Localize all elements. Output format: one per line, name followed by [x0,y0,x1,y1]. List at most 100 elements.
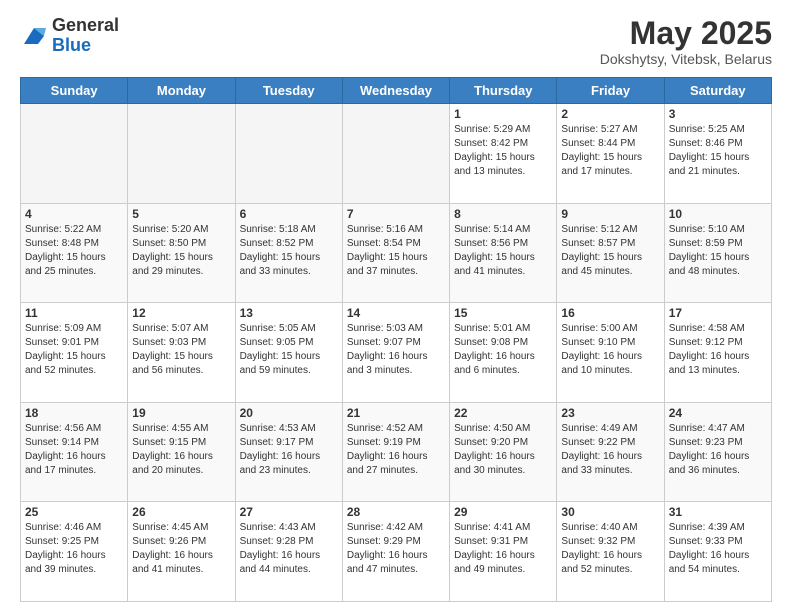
day-number: 13 [240,306,338,320]
calendar-cell: 2 Sunrise: 5:27 AM Sunset: 8:44 PM Daylig… [557,104,664,204]
col-header-saturday: Saturday [664,78,771,104]
day-number: 28 [347,505,445,519]
day-number: 21 [347,406,445,420]
day-info: Sunrise: 5:27 AM Sunset: 8:44 PM Dayligh… [561,123,659,179]
calendar-cell: 10 Sunrise: 5:10 AM Sunset: 8:59 PM Dayli… [664,203,771,303]
day-number: 10 [669,207,767,221]
calendar-location: Dokshytsy, Vitebsk, Belarus [600,51,772,67]
day-number: 14 [347,306,445,320]
day-info: Sunrise: 4:45 AM Sunset: 9:26 PM Dayligh… [132,521,230,577]
day-info: Sunrise: 4:39 AM Sunset: 9:33 PM Dayligh… [669,521,767,577]
day-info: Sunrise: 5:20 AM Sunset: 8:50 PM Dayligh… [132,223,230,279]
calendar-cell: 20 Sunrise: 4:53 AM Sunset: 9:17 PM Dayli… [235,402,342,502]
col-header-sunday: Sunday [21,78,128,104]
day-info: Sunrise: 5:09 AM Sunset: 9:01 PM Dayligh… [25,322,123,378]
day-info: Sunrise: 4:47 AM Sunset: 9:23 PM Dayligh… [669,422,767,478]
col-header-wednesday: Wednesday [342,78,449,104]
calendar-cell: 18 Sunrise: 4:56 AM Sunset: 9:14 PM Dayli… [21,402,128,502]
logo-text: General Blue [52,16,119,56]
day-number: 5 [132,207,230,221]
day-number: 4 [25,207,123,221]
logo-blue-text: Blue [52,36,119,56]
calendar-week-4: 25 Sunrise: 4:46 AM Sunset: 9:25 PM Dayli… [21,502,772,602]
calendar-cell: 27 Sunrise: 4:43 AM Sunset: 9:28 PM Dayli… [235,502,342,602]
day-number: 24 [669,406,767,420]
calendar-cell: 31Sunrise: 4:39 AM Sunset: 9:33 PM Dayli… [664,502,771,602]
logo-general-text: General [52,16,119,36]
title-block: May 2025 Dokshytsy, Vitebsk, Belarus [600,16,772,67]
logo: General Blue [20,16,119,56]
day-number: 27 [240,505,338,519]
day-info: Sunrise: 4:53 AM Sunset: 9:17 PM Dayligh… [240,422,338,478]
calendar-week-1: 4 Sunrise: 5:22 AM Sunset: 8:48 PM Daylig… [21,203,772,303]
day-info: Sunrise: 4:55 AM Sunset: 9:15 PM Dayligh… [132,422,230,478]
calendar-cell: 6Sunrise: 5:18 AM Sunset: 8:52 PM Daylig… [235,203,342,303]
day-number: 7 [347,207,445,221]
day-number: 1 [454,107,552,121]
day-info: Sunrise: 4:49 AM Sunset: 9:22 PM Dayligh… [561,422,659,478]
day-info: Sunrise: 5:01 AM Sunset: 9:08 PM Dayligh… [454,322,552,378]
day-info: Sunrise: 4:41 AM Sunset: 9:31 PM Dayligh… [454,521,552,577]
day-number: 18 [25,406,123,420]
day-info: Sunrise: 5:00 AM Sunset: 9:10 PM Dayligh… [561,322,659,378]
day-number: 23 [561,406,659,420]
day-info: Sunrise: 4:46 AM Sunset: 9:25 PM Dayligh… [25,521,123,577]
col-header-monday: Monday [128,78,235,104]
day-number: 17 [669,306,767,320]
calendar-week-0: 1 Sunrise: 5:29 AM Sunset: 8:42 PM Daylig… [21,104,772,204]
day-number: 16 [561,306,659,320]
calendar-title: May 2025 [600,16,772,51]
calendar-cell: 14 Sunrise: 5:03 AM Sunset: 9:07 PM Dayli… [342,303,449,403]
day-info: Sunrise: 5:16 AM Sunset: 8:54 PM Dayligh… [347,223,445,279]
day-number: 15 [454,306,552,320]
calendar-cell: 23 Sunrise: 4:49 AM Sunset: 9:22 PM Dayli… [557,402,664,502]
day-info: Sunrise: 4:50 AM Sunset: 9:20 PM Dayligh… [454,422,552,478]
day-info: Sunrise: 4:58 AM Sunset: 9:12 PM Dayligh… [669,322,767,378]
calendar-week-2: 11 Sunrise: 5:09 AM Sunset: 9:01 PM Dayli… [21,303,772,403]
calendar-cell: 1 Sunrise: 5:29 AM Sunset: 8:42 PM Daylig… [450,104,557,204]
col-header-thursday: Thursday [450,78,557,104]
calendar-cell: 15 Sunrise: 5:01 AM Sunset: 9:08 PM Dayli… [450,303,557,403]
day-info: Sunrise: 5:29 AM Sunset: 8:42 PM Dayligh… [454,123,552,179]
calendar-cell: 24 Sunrise: 4:47 AM Sunset: 9:23 PM Dayli… [664,402,771,502]
day-info: Sunrise: 5:22 AM Sunset: 8:48 PM Dayligh… [25,223,123,279]
day-info: Sunrise: 5:07 AM Sunset: 9:03 PM Dayligh… [132,322,230,378]
calendar-cell: 21Sunrise: 4:52 AM Sunset: 9:19 PM Dayli… [342,402,449,502]
calendar-cell: 8 Sunrise: 5:14 AM Sunset: 8:56 PM Daylig… [450,203,557,303]
calendar-cell: 28Sunrise: 4:42 AM Sunset: 9:29 PM Dayli… [342,502,449,602]
day-info: Sunrise: 4:43 AM Sunset: 9:28 PM Dayligh… [240,521,338,577]
day-number: 22 [454,406,552,420]
calendar-cell: 19Sunrise: 4:55 AM Sunset: 9:15 PM Dayli… [128,402,235,502]
day-info: Sunrise: 5:25 AM Sunset: 8:46 PM Dayligh… [669,123,767,179]
day-info: Sunrise: 5:12 AM Sunset: 8:57 PM Dayligh… [561,223,659,279]
calendar-cell: 12 Sunrise: 5:07 AM Sunset: 9:03 PM Dayli… [128,303,235,403]
day-info: Sunrise: 5:05 AM Sunset: 9:05 PM Dayligh… [240,322,338,378]
day-number: 25 [25,505,123,519]
calendar-cell: 13 Sunrise: 5:05 AM Sunset: 9:05 PM Dayli… [235,303,342,403]
col-header-tuesday: Tuesday [235,78,342,104]
day-number: 9 [561,207,659,221]
calendar-cell [128,104,235,204]
day-info: Sunrise: 5:03 AM Sunset: 9:07 PM Dayligh… [347,322,445,378]
day-number: 11 [25,306,123,320]
day-number: 2 [561,107,659,121]
day-number: 29 [454,505,552,519]
day-number: 26 [132,505,230,519]
calendar-cell: 30Sunrise: 4:40 AM Sunset: 9:32 PM Dayli… [557,502,664,602]
calendar-cell [342,104,449,204]
calendar-week-3: 18 Sunrise: 4:56 AM Sunset: 9:14 PM Dayli… [21,402,772,502]
day-info: Sunrise: 5:10 AM Sunset: 8:59 PM Dayligh… [669,223,767,279]
calendar-cell: 29 Sunrise: 4:41 AM Sunset: 9:31 PM Dayli… [450,502,557,602]
day-number: 12 [132,306,230,320]
day-info: Sunrise: 5:14 AM Sunset: 8:56 PM Dayligh… [454,223,552,279]
day-number: 30 [561,505,659,519]
calendar-cell: 25 Sunrise: 4:46 AM Sunset: 9:25 PM Dayli… [21,502,128,602]
calendar-cell: 11 Sunrise: 5:09 AM Sunset: 9:01 PM Dayli… [21,303,128,403]
day-number: 8 [454,207,552,221]
day-info: Sunrise: 4:56 AM Sunset: 9:14 PM Dayligh… [25,422,123,478]
day-number: 20 [240,406,338,420]
calendar-cell: 3 Sunrise: 5:25 AM Sunset: 8:46 PM Daylig… [664,104,771,204]
col-header-friday: Friday [557,78,664,104]
day-number: 3 [669,107,767,121]
calendar-cell [21,104,128,204]
